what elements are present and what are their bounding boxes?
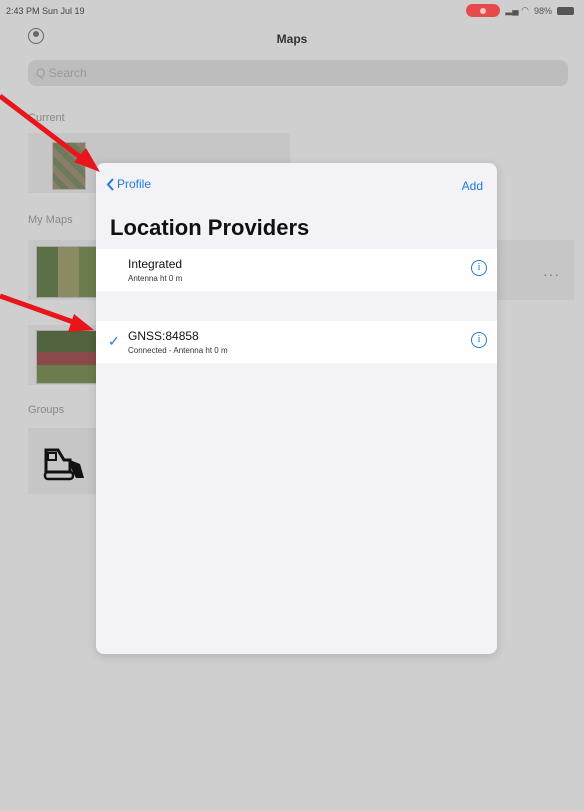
annotation-arrows — [0, 94, 100, 332]
annotation-arrow-icon — [0, 94, 100, 172]
annotation-arrow-icon — [0, 293, 94, 332]
